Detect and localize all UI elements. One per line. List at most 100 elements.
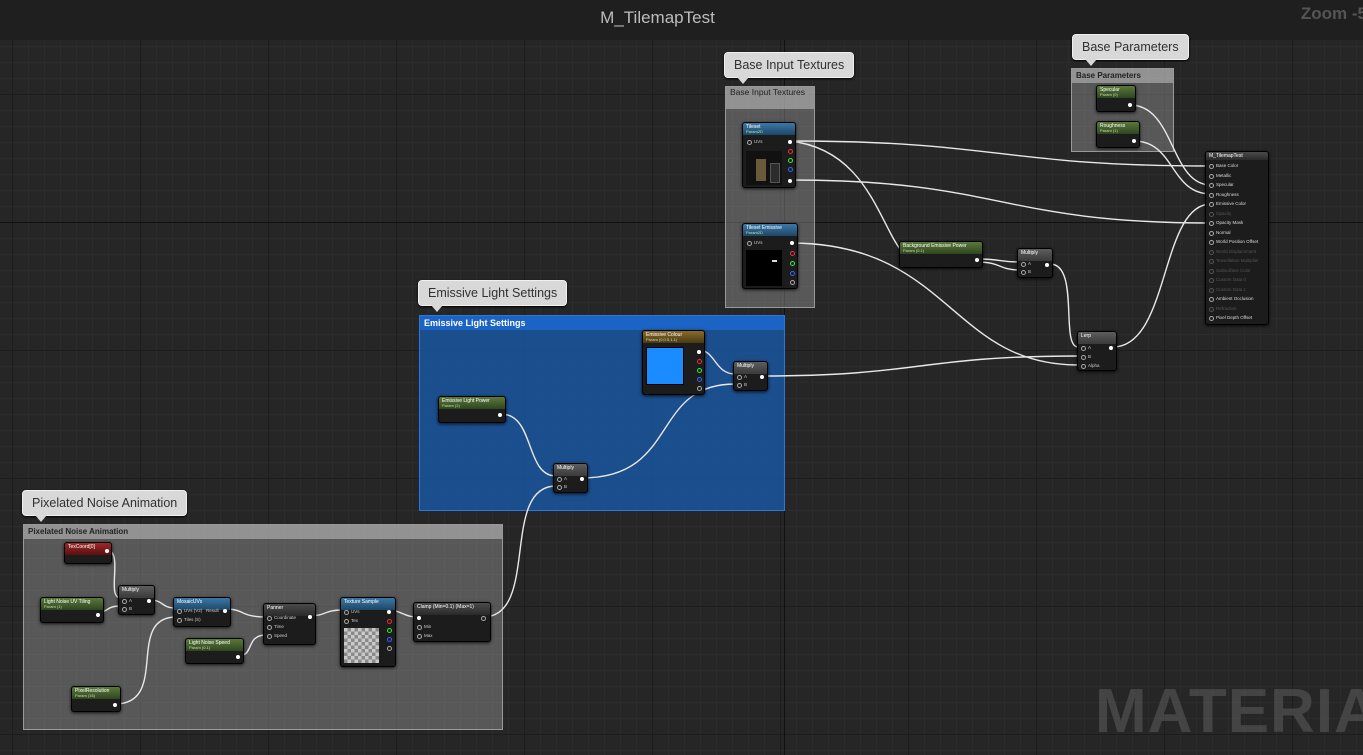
pixelated-noise-animation-bubble[interactable]: Pixelated Noise Animation — [22, 490, 188, 522]
result-input-pin[interactable] — [1209, 316, 1214, 321]
max-input-pin[interactable] — [417, 634, 422, 639]
result-input-pin[interactable] — [1209, 268, 1214, 274]
light-noise-uv-tiling-node[interactable]: Light Noise UV Tiling Param (1) — [40, 597, 104, 623]
min-input-pin[interactable] — [417, 625, 422, 630]
result-output-pin[interactable] — [580, 477, 584, 481]
multiply-node-noise[interactable]: Multiply A B — [118, 585, 155, 615]
mosaic-uvs-node[interactable]: MosaicUVs UVs (V2) Tiles (S) Result — [173, 597, 231, 627]
multiply-node-emissive-right[interactable]: Multiply A B — [733, 361, 768, 391]
result-input-pin[interactable] — [1209, 211, 1214, 217]
panner-node[interactable]: Panner Coordinate Time Speed — [263, 603, 316, 645]
result-input-pin[interactable] — [1209, 278, 1214, 283]
value-output-pin[interactable] — [1132, 139, 1136, 143]
result-input-pin[interactable] — [1209, 230, 1214, 236]
value-output-pin[interactable] — [975, 258, 979, 262]
result-output-pin[interactable] — [760, 375, 764, 379]
value-output-pin[interactable] — [236, 655, 240, 659]
a-input-pin[interactable] — [1021, 262, 1026, 267]
uvs-input-pin[interactable] — [177, 609, 182, 614]
value-output-pin[interactable] — [498, 413, 502, 417]
b-input-pin[interactable] — [557, 485, 562, 490]
g-output-pin[interactable] — [788, 158, 793, 163]
a-output-pin[interactable] — [788, 179, 792, 183]
pixel-resolution-node[interactable]: PixelResolution Param (16) — [71, 686, 121, 712]
result-input-pin[interactable] — [1209, 306, 1214, 312]
tiles-input-pin[interactable] — [177, 618, 182, 623]
result-input-pin[interactable] — [1209, 259, 1214, 264]
time-input-pin[interactable] — [267, 625, 272, 630]
rgb-output-pin[interactable] — [788, 140, 792, 144]
multiply-node-top[interactable]: Multiply A B — [1017, 248, 1053, 278]
coordinate-input-pin[interactable] — [267, 616, 272, 621]
result-input-pin[interactable] — [1209, 183, 1214, 188]
result-input-pin[interactable] — [1209, 249, 1214, 255]
emissive-light-settings-bubble[interactable]: Emissive Light Settings — [418, 280, 568, 312]
r-output-pin[interactable] — [788, 149, 793, 154]
background-emissive-power-node[interactable]: Background Emissive Power Param (0.1) — [899, 241, 983, 268]
material-result-node[interactable]: M_TilemapTest Base Color Metallic Specular… — [1205, 151, 1269, 325]
base-parameters-bubble[interactable]: Base Parameters — [1072, 34, 1189, 66]
g-output-pin[interactable] — [790, 261, 795, 266]
result-output-pin[interactable] — [1109, 346, 1113, 350]
b-input-pin[interactable] — [737, 383, 742, 388]
emissive-colour-param-node[interactable]: Emissive Colour Param (0,0.5,1,1) — [642, 330, 705, 395]
result-input-pin[interactable] — [1209, 297, 1214, 302]
b-input-pin[interactable] — [122, 607, 127, 612]
uvs-input-pin[interactable] — [747, 140, 752, 145]
result-input-pin[interactable] — [1209, 173, 1214, 179]
r-output-pin[interactable] — [387, 619, 392, 624]
light-noise-speed-node[interactable]: Light Noise Speed Param (0.1) — [185, 638, 244, 664]
result-output-pin[interactable] — [223, 609, 227, 613]
speed-input-pin[interactable] — [267, 634, 272, 639]
output-pin[interactable] — [308, 615, 312, 619]
result-input-pin[interactable] — [1209, 164, 1214, 169]
b-output-pin[interactable] — [790, 271, 795, 276]
a-input-pin[interactable] — [122, 599, 127, 604]
tileset-emissive-texture-node[interactable]: Tileset Emissive Param2D UVs — [742, 223, 798, 289]
g-output-pin[interactable] — [387, 628, 392, 633]
tex-input-pin[interactable] — [344, 619, 349, 624]
a-output-pin[interactable] — [697, 386, 702, 391]
a-input-pin[interactable] — [737, 375, 742, 380]
g-output-pin[interactable] — [697, 368, 702, 373]
specular-param-node[interactable]: Specular Param (0) — [1096, 85, 1136, 112]
roughness-param-node[interactable]: Roughness Param (1) — [1096, 121, 1140, 148]
result-input-pin[interactable] — [1209, 202, 1214, 207]
rgb-output-pin[interactable] — [790, 241, 794, 245]
result-input-pin[interactable] — [1209, 240, 1214, 245]
rgb-output-pin[interactable] — [697, 350, 701, 354]
texture-sample-node[interactable]: Texture Sample UVs Tex — [340, 597, 396, 667]
lerp-node[interactable]: Lerp A B Alpha — [1077, 331, 1117, 371]
rgb-output-pin[interactable] — [387, 610, 391, 614]
tileset-texture-node[interactable]: Tileset Param2D UVs — [742, 122, 796, 188]
r-output-pin[interactable] — [697, 359, 702, 364]
uvs-input-pin[interactable] — [344, 610, 349, 615]
texcoord-node[interactable]: TexCoord[0] — [64, 542, 112, 564]
result-output-pin[interactable] — [147, 599, 151, 603]
r-output-pin[interactable] — [790, 251, 795, 256]
b-input-pin[interactable] — [1021, 270, 1026, 275]
b-output-pin[interactable] — [788, 167, 793, 172]
result-input-pin[interactable] — [1209, 221, 1214, 226]
input-pin[interactable] — [417, 616, 421, 620]
result-input-pin[interactable] — [1209, 287, 1214, 293]
a-input-pin[interactable] — [1081, 346, 1086, 351]
output-pin[interactable] — [481, 616, 486, 621]
uvs-input-pin[interactable] — [747, 241, 752, 246]
b-output-pin[interactable] — [697, 377, 702, 382]
a-output-pin[interactable] — [790, 280, 795, 285]
multiply-node-emissive-left[interactable]: Multiply A B — [553, 463, 588, 493]
a-output-pin[interactable] — [387, 646, 392, 651]
a-input-pin[interactable] — [557, 477, 562, 482]
alpha-input-pin[interactable] — [1081, 364, 1086, 369]
value-output-pin[interactable] — [1128, 103, 1132, 107]
result-output-pin[interactable] — [1045, 263, 1049, 267]
b-input-pin[interactable] — [1081, 355, 1086, 360]
clamp-node[interactable]: Clamp (Min=0.1) (Max=1) Min Max — [413, 602, 491, 642]
emissive-light-power-node[interactable]: Emissive Light Power Param (2) — [438, 396, 506, 423]
b-output-pin[interactable] — [387, 637, 392, 642]
value-output-pin[interactable] — [96, 613, 100, 617]
value-output-pin[interactable] — [113, 703, 117, 707]
base-input-textures-bubble[interactable]: Base Input Textures — [724, 52, 855, 84]
uv-output-pin[interactable] — [105, 549, 109, 553]
